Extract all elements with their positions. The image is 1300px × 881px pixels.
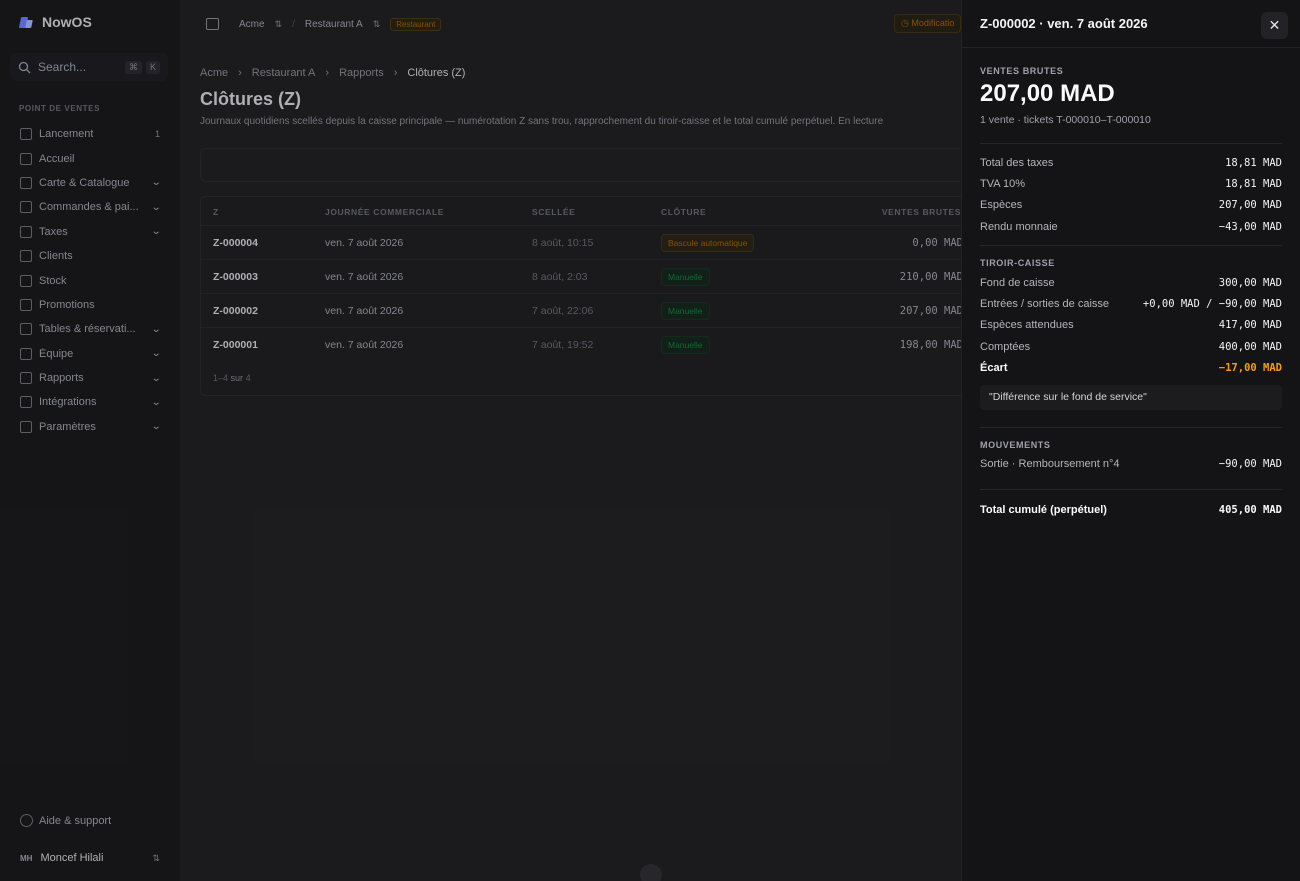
modal-backdrop[interactable]	[0, 0, 961, 881]
kv-comptees: Comptées 400,00 MAD	[980, 336, 1282, 357]
kv-especes: Espèces 207,00 MAD	[980, 195, 1282, 216]
kv-value: +0,00 MAD / −90,00 MAD	[1142, 298, 1282, 311]
cumulative-value: 405,00 MAD	[1218, 503, 1282, 516]
kv-entrees-sorties: Entrées / sorties de caisse +0,00 MAD / −…	[980, 293, 1282, 314]
close-button[interactable]: ✕	[1261, 12, 1288, 39]
kv-key: Sortie · Remboursement n°4	[980, 458, 1120, 471]
kv-ecart: Écart −17,00 MAD	[980, 357, 1282, 378]
kv-key: Comptées	[980, 340, 1031, 353]
z-detail-drawer: Z-000002 · ven. 7 août 2026 ✕ VENTES BRU…	[961, 0, 1300, 881]
kv-tva: TVA 10% 18,81 MAD	[980, 173, 1282, 194]
cumulative-label: Total cumulé (perpétuel)	[980, 503, 1107, 516]
kv-key: Total des taxes	[980, 156, 1054, 169]
kv-value: 207,00 MAD	[1218, 199, 1282, 212]
kv-key: Rendu monnaie	[980, 220, 1058, 233]
gross-sales-label: VENTES BRUTES	[980, 66, 1064, 76]
kv-total-taxes: Total des taxes 18,81 MAD	[980, 152, 1282, 173]
kv-value: −43,00 MAD	[1218, 220, 1282, 233]
kv-value: 18,81 MAD	[1225, 177, 1282, 190]
kv-value: 18,81 MAD	[1225, 156, 1282, 169]
movements-label: MOUVEMENTS	[980, 439, 1051, 450]
cash-drawer-summary: Fond de caisse 300,00 MAD Entrées / sorti…	[980, 272, 1282, 378]
variance-value: −17,00 MAD	[1218, 362, 1282, 375]
kv-value: 300,00 MAD	[1218, 276, 1282, 289]
divider	[980, 143, 1282, 144]
drawer-title: Z-000002 · ven. 7 août 2026	[980, 16, 1148, 31]
cash-drawer-label: TIROIR-CAISSE	[980, 258, 1055, 269]
kv-value: −90,00 MAD	[1218, 458, 1282, 471]
kv-key: TVA 10%	[980, 177, 1026, 190]
kv-value: 400,00 MAD	[1218, 340, 1282, 353]
drawer-body: VENTES BRUTES 207,00 MAD 1 vente · ticke…	[962, 66, 1300, 516]
cumulative-total: Total cumulé (perpétuel) 405,00 MAD	[980, 504, 1282, 516]
kv-key: Fond de caisse	[980, 276, 1055, 289]
tax-summary: Total des taxes 18,81 MAD TVA 10% 18,81 MA…	[980, 152, 1282, 237]
kv-key: Entrées / sorties de caisse	[980, 298, 1110, 311]
kv-fond: Fond de caisse 300,00 MAD	[980, 272, 1282, 293]
kv-value: 417,00 MAD	[1218, 319, 1282, 332]
drawer-header: Z-000002 · ven. 7 août 2026	[962, 0, 1300, 48]
kv-rendu: Rendu monnaie −43,00 MAD	[980, 216, 1282, 237]
kv-key: Espèces attendues	[980, 319, 1074, 332]
gross-sales-sub: 1 vente · tickets T-000010–T-000010	[980, 114, 1151, 126]
kv-key: Espèces	[980, 199, 1023, 212]
variance-note: "Différence sur le fond de service"	[980, 384, 1282, 410]
movement-row: Sortie · Remboursement n°4 −90,00 MAD	[980, 454, 1282, 475]
divider	[980, 245, 1282, 247]
divider	[980, 488, 1282, 490]
close-icon: ✕	[1268, 17, 1281, 33]
kv-key: Écart	[980, 362, 1008, 375]
gross-sales-amount: 207,00 MAD	[980, 80, 1115, 107]
kv-attendues: Espèces attendues 417,00 MAD	[980, 315, 1282, 336]
movements-list: Sortie · Remboursement n°4 −90,00 MAD	[980, 454, 1282, 475]
divider	[980, 426, 1282, 428]
